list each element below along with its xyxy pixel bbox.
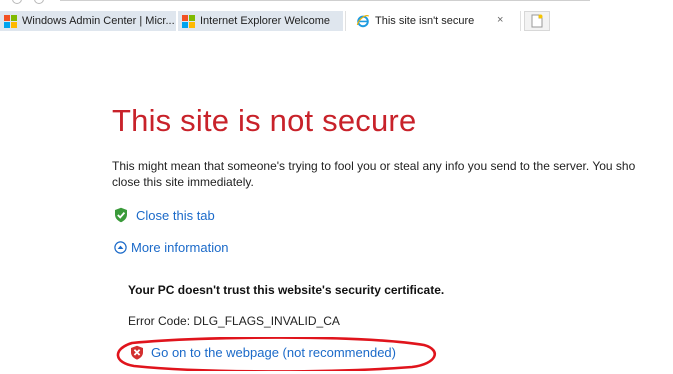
more-information-label: More information [131, 240, 229, 255]
close-this-tab-label: Close this tab [136, 207, 215, 223]
warning-message: This might mean that someone's trying to… [112, 158, 673, 190]
certificate-error-page: This site is not secure This might mean … [0, 0, 673, 374]
go-on-to-webpage-label: Go on to the webpage (not recommended) [151, 345, 396, 360]
warning-line: close this site immediately. [112, 175, 254, 189]
red-shield-x-icon [131, 345, 143, 360]
page-title: This site is not secure [112, 103, 417, 138]
warning-line: This might mean that someone's trying to… [112, 159, 636, 173]
certificate-error-heading: Your PC doesn't trust this website's sec… [128, 283, 445, 297]
close-this-tab-link[interactable]: Close this tab [114, 207, 215, 223]
more-information-toggle[interactable]: More information [114, 240, 229, 255]
green-shield-check-icon [115, 207, 127, 223]
circle-chevron-up-icon [114, 241, 127, 254]
error-code: Error Code: DLG_FLAGS_INVALID_CA [128, 314, 340, 328]
go-on-to-webpage-link[interactable]: Go on to the webpage (not recommended) [130, 345, 396, 360]
